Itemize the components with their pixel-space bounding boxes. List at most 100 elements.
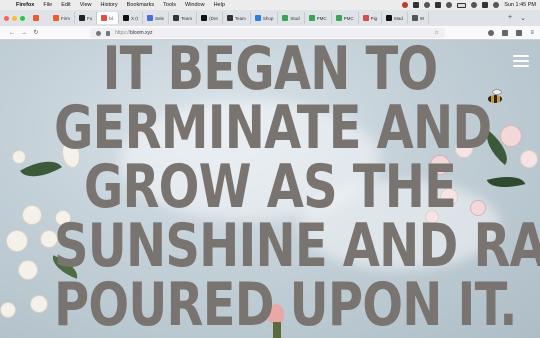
- tab-favicon-icon: [101, 15, 108, 21]
- tab-list-button[interactable]: ⌄: [520, 14, 526, 22]
- macos-menu-bar: Firefox File Edit View History Bookmarks…: [0, 0, 540, 10]
- hero-headline: IT BEGAN TO GERMINATE AND GROW AS THE SU…: [54, 40, 540, 338]
- headline-line: SUNSHINE AND RAIN: [54, 211, 540, 281]
- browser-tab[interactable]: Shop: [251, 12, 279, 24]
- menu-app-name[interactable]: Firefox: [16, 2, 34, 8]
- tab-favicon-icon: [123, 15, 130, 21]
- headline-line: IT BEGAN TO: [102, 40, 439, 104]
- tab-favicon-icon: [147, 15, 154, 21]
- browser-tab[interactable]: Team: [169, 12, 198, 24]
- new-tab-button[interactable]: +: [508, 14, 512, 22]
- browser-tab[interactable]: Mad: [382, 12, 408, 24]
- tab-title: W: [419, 15, 425, 21]
- bluetooth-icon[interactable]: [446, 2, 453, 8]
- tab-strip: Firm Fo bl. X (t Sele Team (Dre Team Shop Stud PMC…: [0, 10, 540, 26]
- shield-icon[interactable]: [96, 30, 101, 36]
- tab-title: Pig: [370, 15, 378, 21]
- menu-window[interactable]: Window: [185, 2, 205, 8]
- status-app-icon[interactable]: [413, 2, 420, 8]
- headline-line: POURED UPON IT.: [54, 270, 517, 338]
- bookmark-star-icon[interactable]: ☆: [435, 30, 439, 36]
- control-center-icon[interactable]: [493, 2, 500, 8]
- toolbar-right: ≡: [488, 29, 534, 36]
- tab-favicon-icon: [254, 15, 261, 21]
- app-menu-icon[interactable]: ≡: [530, 30, 534, 36]
- browser-tab[interactable]: Team: [223, 12, 251, 24]
- firefox-view-icon[interactable]: [33, 15, 39, 21]
- navigation-bar: ← → ↻ https://bloom.xyz ☆ ≡: [0, 26, 540, 40]
- tab-favicon-icon: [386, 15, 393, 21]
- downloads-icon[interactable]: [502, 29, 509, 36]
- status-app-icon[interactable]: [435, 2, 442, 8]
- tab-title: X (t: [131, 15, 139, 21]
- tab-list: Firm Fo bl. X (t Sele Team (Dre Team Shop Stud PMC…: [49, 12, 430, 24]
- close-window-button[interactable]: [4, 15, 9, 21]
- reload-button[interactable]: ↻: [30, 29, 42, 36]
- status-app-icon[interactable]: [424, 2, 431, 8]
- forward-button[interactable]: →: [18, 30, 30, 36]
- tab-favicon-icon: [201, 15, 208, 21]
- menu-view[interactable]: View: [80, 2, 92, 8]
- lock-icon[interactable]: [106, 30, 110, 36]
- tab-title: PMC: [316, 15, 327, 21]
- tab-favicon-icon: [282, 15, 289, 21]
- tab-title: Firm: [61, 15, 70, 21]
- back-button[interactable]: ←: [6, 30, 18, 36]
- menu-tools[interactable]: Tools: [163, 2, 176, 8]
- tab-tools: + ⌄: [508, 14, 540, 22]
- browser-tab[interactable]: (Dre: [197, 12, 223, 24]
- page-content: IT BEGAN TO GERMINATE AND GROW AS THE SU…: [0, 40, 540, 338]
- tab-favicon-icon: [173, 15, 180, 21]
- minimize-window-button[interactable]: [12, 15, 17, 21]
- clock[interactable]: Sun 1:45 PM: [504, 2, 536, 8]
- tab-favicon-icon: [308, 15, 315, 21]
- tab-title: (Dre: [209, 15, 218, 21]
- menu-history[interactable]: History: [101, 2, 118, 8]
- menu-help[interactable]: Help: [214, 2, 225, 8]
- zoom-window-button[interactable]: [20, 15, 25, 21]
- window-controls: [4, 15, 25, 21]
- hamburger-menu-icon[interactable]: [513, 55, 529, 67]
- tab-title: bl.: [109, 15, 115, 21]
- url-bar[interactable]: https://bloom.xyz ☆: [90, 28, 445, 38]
- browser-tab[interactable]: PMC: [332, 12, 359, 24]
- url-prefix: https://: [115, 30, 131, 36]
- tab-title: Sele: [155, 15, 165, 21]
- status-area: Sun 1:45 PM: [402, 2, 536, 8]
- browser-tab[interactable]: W: [408, 12, 430, 24]
- tab-favicon-icon: [226, 15, 233, 21]
- search-icon[interactable]: [482, 2, 489, 8]
- tab-favicon-icon: [362, 15, 369, 21]
- browser-tab[interactable]: X (t: [119, 12, 144, 24]
- tab-title: PMC: [343, 15, 354, 21]
- wifi-icon[interactable]: [471, 2, 478, 8]
- tab-title: Mad: [394, 15, 403, 21]
- tab-favicon-icon: [411, 15, 418, 21]
- browser-tab[interactable]: bl.: [97, 12, 120, 24]
- browser-tab[interactable]: PMC: [305, 12, 332, 24]
- tab-title: Shop: [262, 15, 274, 21]
- browser-tab[interactable]: Pig: [359, 12, 383, 24]
- menu-bookmarks[interactable]: Bookmarks: [127, 2, 155, 8]
- tab-title: Team: [234, 15, 246, 21]
- pocket-icon[interactable]: [488, 29, 495, 36]
- extensions-icon[interactable]: [516, 29, 523, 36]
- tab-title: Fo: [87, 15, 93, 21]
- browser-tab[interactable]: Sele: [143, 12, 170, 24]
- tab-favicon-icon: [53, 15, 59, 21]
- headline-line: GROW AS THE: [83, 152, 457, 222]
- tab-title: Team: [181, 15, 193, 21]
- url-text[interactable]: https://bloom.xyz: [115, 30, 153, 36]
- browser-tab[interactable]: Stud: [278, 12, 305, 24]
- tab-favicon-icon: [335, 15, 342, 21]
- menu-edit[interactable]: Edit: [61, 2, 70, 8]
- status-app-icon[interactable]: [402, 2, 409, 8]
- browser-tab[interactable]: Fo: [75, 12, 98, 24]
- menu-file[interactable]: File: [43, 2, 52, 8]
- browser-tab[interactable]: Firm: [49, 12, 75, 24]
- headline-line: GERMINATE AND: [54, 93, 492, 163]
- battery-icon[interactable]: [457, 2, 467, 8]
- url-host: bloom.xyz: [130, 30, 153, 36]
- tab-favicon-icon: [79, 15, 85, 21]
- tab-title: Stud: [290, 15, 300, 21]
